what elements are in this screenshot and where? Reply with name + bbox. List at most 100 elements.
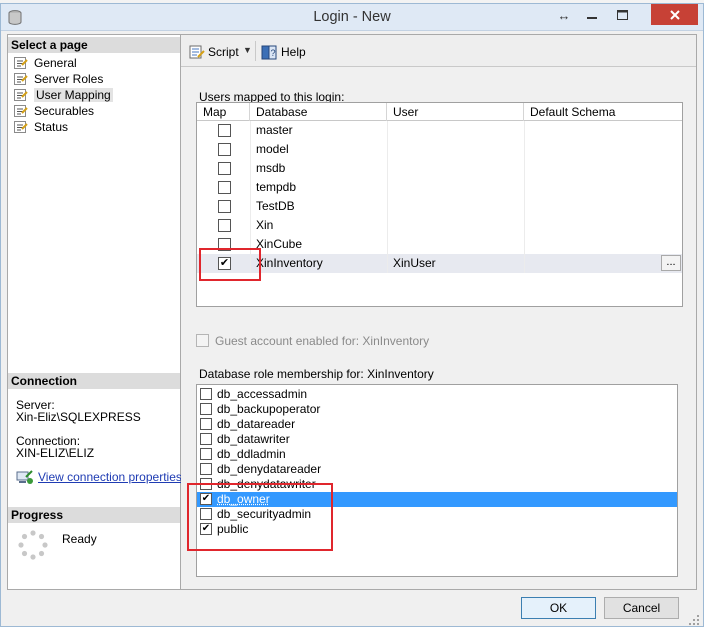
- page-item-label: Status: [34, 120, 69, 134]
- role-checkbox[interactable]: [200, 463, 212, 475]
- table-row[interactable]: XinCube: [197, 235, 682, 254]
- cancel-button[interactable]: Cancel: [604, 597, 679, 619]
- role-checkbox[interactable]: [200, 448, 212, 460]
- close-button[interactable]: [651, 4, 698, 25]
- table-row-selected[interactable]: ✔ XinInventory XinUser ...: [197, 254, 682, 273]
- table-row[interactable]: TestDB: [197, 197, 682, 216]
- page-item-label: Securables: [34, 104, 95, 118]
- progress-spinner-icon: [18, 530, 48, 560]
- map-checkbox[interactable]: [218, 143, 231, 156]
- view-connection-properties-link[interactable]: View connection properties: [16, 470, 182, 486]
- table-row[interactable]: Xin: [197, 216, 682, 235]
- script-dropdown-icon[interactable]: ▼: [243, 45, 252, 55]
- database-cell: XinInventory: [256, 256, 323, 270]
- toolbar-separator: [255, 41, 256, 61]
- role-checkbox[interactable]: [200, 433, 212, 445]
- select-page-heading: Select a page: [8, 37, 180, 53]
- page-item-general[interactable]: General: [8, 55, 180, 71]
- guest-account-checkbox: Guest account enabled for: XinInventory: [195, 333, 429, 349]
- database-cell: Xin: [256, 218, 274, 232]
- highlight-box-map: [199, 248, 261, 281]
- progress-heading: Progress: [8, 507, 180, 523]
- script-button[interactable]: Script: [189, 44, 239, 60]
- toolbar: Script ▼ ? Help: [181, 35, 696, 67]
- page-icon: [14, 105, 28, 117]
- role-label: db_ddladmin: [217, 447, 286, 461]
- minimize-button[interactable]: [579, 4, 605, 26]
- connection-info: Server: Xin-Eliz\SQLEXPRESS Connection: …: [16, 399, 180, 459]
- title-bar[interactable]: Login - New ↔: [1, 4, 703, 31]
- help-icon: ?: [261, 45, 277, 60]
- page-item-label: General: [34, 56, 77, 70]
- page-item-securables[interactable]: Securables: [8, 103, 180, 119]
- list-item[interactable]: db_denydatareader: [197, 462, 677, 477]
- move-icon[interactable]: ↔: [554, 4, 574, 26]
- column-header-map[interactable]: Map: [197, 103, 250, 121]
- login-new-dialog: Login - New ↔ Select a page General Serv…: [0, 3, 704, 627]
- database-cell: msdb: [256, 161, 286, 175]
- map-checkbox[interactable]: [218, 162, 231, 175]
- table-row[interactable]: msdb: [197, 159, 682, 178]
- list-item[interactable]: db_accessadmin: [197, 387, 677, 402]
- map-checkbox[interactable]: [218, 200, 231, 213]
- column-header-database[interactable]: Database: [250, 103, 387, 121]
- page-item-user-mapping[interactable]: User Mapping: [8, 87, 180, 103]
- database-cell: TestDB: [256, 199, 295, 213]
- page-item-server-roles[interactable]: Server Roles: [8, 71, 180, 87]
- guest-account-label: Guest account enabled for: XinInventory: [215, 334, 430, 348]
- role-membership-label: Database role membership for: XinInvento…: [199, 367, 434, 381]
- role-label: db_accessadmin: [217, 387, 308, 401]
- maximize-button[interactable]: [609, 4, 635, 26]
- server-value: Xin-Eliz\SQLEXPRESS: [16, 410, 141, 424]
- connection-heading: Connection: [8, 373, 180, 389]
- list-item[interactable]: db_datareader: [197, 417, 677, 432]
- script-icon: [189, 45, 205, 59]
- role-label: db_datawriter: [217, 432, 290, 446]
- resize-grip-icon[interactable]: [688, 614, 700, 626]
- guest-checkbox-box: [196, 334, 209, 347]
- minimize-icon: [587, 17, 597, 19]
- maximize-icon: [616, 10, 628, 20]
- help-button[interactable]: ? Help: [261, 44, 306, 60]
- role-checkbox[interactable]: [200, 418, 212, 430]
- role-checkbox[interactable]: [200, 388, 212, 400]
- schema-browse-button[interactable]: ...: [661, 255, 681, 271]
- page-icon: [14, 89, 28, 101]
- page-list: General Server Roles User Mapping Secura…: [8, 55, 180, 135]
- database-cell: model: [256, 142, 289, 156]
- highlight-box-roles: [187, 483, 333, 551]
- page-item-label: Server Roles: [34, 72, 104, 86]
- map-checkbox[interactable]: [218, 124, 231, 137]
- column-header-user[interactable]: User: [387, 103, 524, 121]
- page-item-status[interactable]: Status: [8, 119, 180, 135]
- map-checkbox[interactable]: [218, 219, 231, 232]
- connection-properties-icon: [16, 470, 33, 484]
- table-row[interactable]: tempdb: [197, 178, 682, 197]
- page-icon: [14, 73, 28, 85]
- close-icon: [669, 9, 680, 20]
- grid-header: Map Database User Default Schema: [197, 103, 682, 121]
- page-icon: [14, 121, 28, 133]
- svg-text:?: ?: [271, 48, 276, 58]
- role-checkbox[interactable]: [200, 403, 212, 415]
- role-label: db_backupoperator: [217, 402, 321, 416]
- table-row[interactable]: model: [197, 140, 682, 159]
- database-cell: tempdb: [256, 180, 297, 194]
- map-checkbox[interactable]: [218, 181, 231, 194]
- view-connection-properties-label: View connection properties: [38, 470, 182, 484]
- column-header-default-schema[interactable]: Default Schema: [524, 103, 682, 121]
- table-row[interactable]: master: [197, 121, 682, 140]
- database-cell: XinCube: [256, 237, 303, 251]
- role-label: db_datareader: [217, 417, 296, 431]
- users-mapped-grid: Map Database User Default Schema master …: [196, 102, 683, 307]
- list-item[interactable]: db_backupoperator: [197, 402, 677, 417]
- page-item-label: User Mapping: [34, 88, 113, 102]
- list-item[interactable]: db_ddladmin: [197, 447, 677, 462]
- connection-value: XIN-ELIZ\ELIZ: [16, 446, 95, 460]
- help-label: Help: [281, 45, 306, 59]
- user-cell[interactable]: XinUser: [393, 254, 436, 273]
- left-pane: Select a page General Server Roles User …: [7, 34, 182, 590]
- list-item[interactable]: db_datawriter: [197, 432, 677, 447]
- ok-button[interactable]: OK: [521, 597, 596, 619]
- script-label: Script: [208, 45, 239, 59]
